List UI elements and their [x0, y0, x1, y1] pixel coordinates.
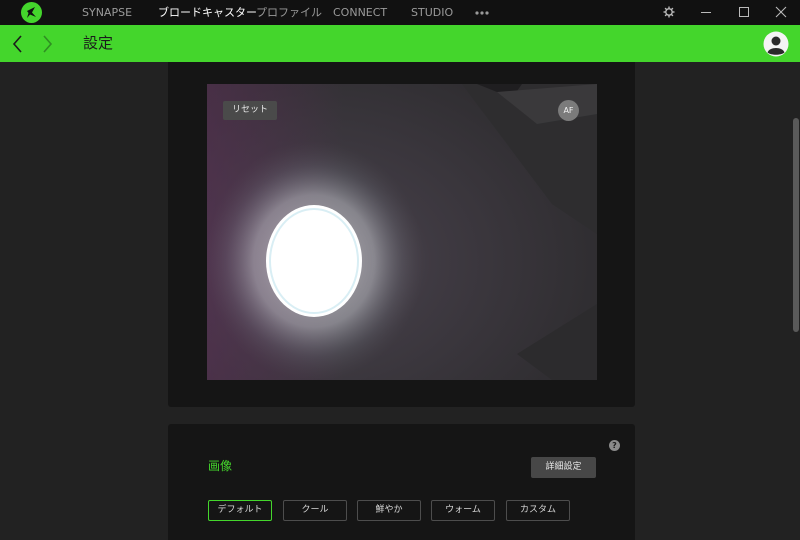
close-icon: [775, 6, 787, 18]
maximize-button[interactable]: [726, 0, 762, 25]
razer-logo-icon[interactable]: [21, 2, 42, 23]
page-title: 設定: [83, 34, 114, 52]
maximize-icon: [739, 7, 749, 17]
top-navigation-bar: SYNAPSE ブロードキャスター プロファイル CONNECT STUDIO: [0, 0, 800, 25]
nav-item-studio[interactable]: STUDIO: [411, 0, 453, 25]
user-avatar-icon[interactable]: [763, 31, 789, 57]
image-section-title: 画像: [208, 459, 233, 473]
image-settings-card: ? 画像 詳細設定 デフォルト クール 鮮やか ウォーム カスタム: [168, 424, 635, 540]
chevron-left-icon[interactable]: [8, 33, 28, 55]
autofocus-button[interactable]: AF: [558, 100, 579, 121]
scrollbar-thumb[interactable]: [793, 118, 799, 332]
camera-feed-image: [207, 84, 597, 380]
chevron-right-icon[interactable]: [37, 33, 57, 55]
more-dots-icon[interactable]: [474, 0, 490, 25]
minimize-button[interactable]: [688, 0, 724, 25]
preset-cool-button[interactable]: クール: [283, 500, 347, 521]
preset-warm-button[interactable]: ウォーム: [431, 500, 495, 521]
preset-vivid-button[interactable]: 鮮やか: [357, 500, 421, 521]
nav-item-broadcaster[interactable]: ブロードキャスター: [158, 0, 257, 25]
advanced-settings-button[interactable]: 詳細設定: [531, 457, 596, 478]
nav-item-connect[interactable]: CONNECT: [333, 0, 387, 25]
nav-item-synapse[interactable]: SYNAPSE: [82, 0, 132, 25]
question-mark-icon[interactable]: ?: [609, 440, 620, 451]
nav-item-profiles[interactable]: プロファイル: [256, 0, 322, 25]
preset-custom-button[interactable]: カスタム: [506, 500, 570, 521]
settings-content: リセット AF ? 画像 詳細設定 デフォルト クール 鮮やか ウォーム カスタ…: [0, 62, 800, 540]
camera-preview-card: リセット AF: [168, 62, 635, 407]
close-button[interactable]: [763, 0, 799, 25]
vertical-scrollbar[interactable]: [792, 62, 800, 540]
camera-preview: リセット AF: [207, 84, 597, 380]
preset-default-button[interactable]: デフォルト: [208, 500, 272, 521]
page-header: 設定: [0, 25, 800, 62]
gear-icon: [663, 6, 675, 18]
minimize-icon: [701, 12, 711, 13]
reset-button[interactable]: リセット: [223, 101, 277, 120]
settings-button[interactable]: [651, 0, 687, 25]
